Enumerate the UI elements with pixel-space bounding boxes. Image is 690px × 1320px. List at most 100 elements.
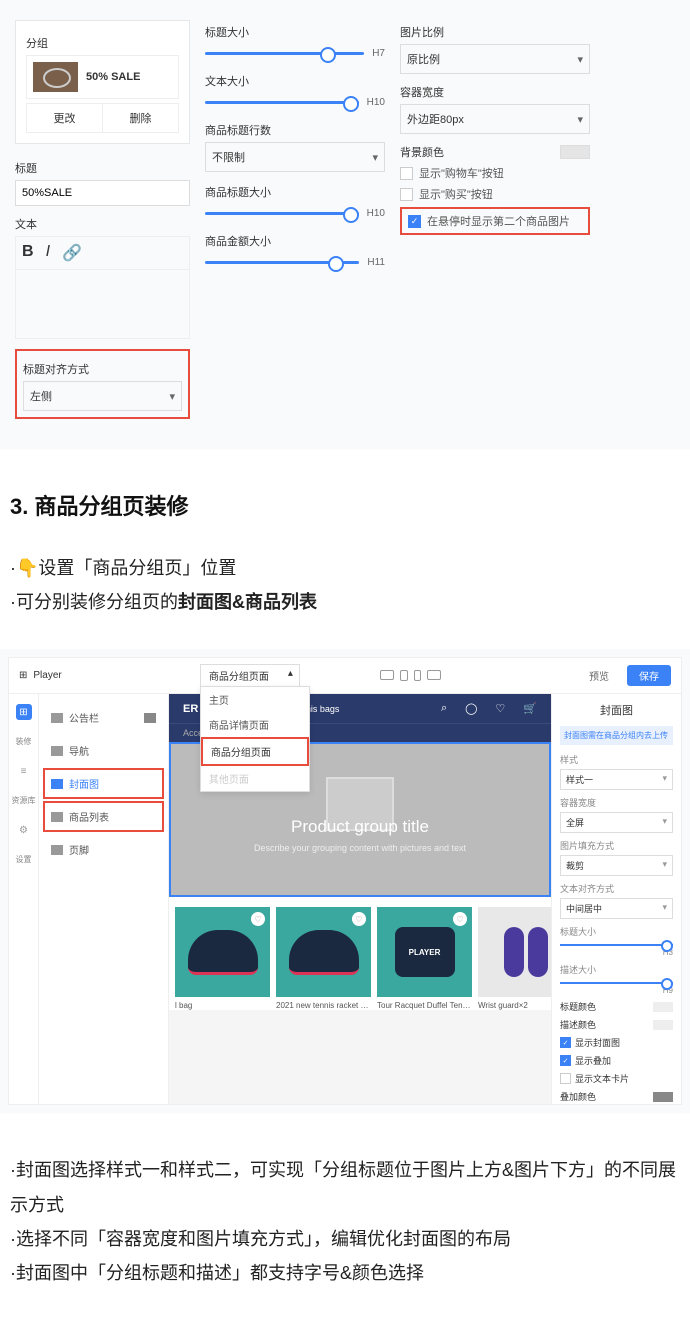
dc-swatch[interactable] <box>653 1020 673 1030</box>
section-cover[interactable]: 封面图 <box>43 768 164 799</box>
brand-name: Player <box>33 670 61 681</box>
fill-select[interactable]: 裁剪 <box>560 855 673 876</box>
section-list-item[interactable]: 商品列表 <box>43 801 164 832</box>
preview-button[interactable]: 预览 <box>579 665 619 686</box>
logo-icon: ⊞ <box>19 670 27 681</box>
heart-icon[interactable]: ♡ <box>495 702 505 715</box>
user-icon[interactable]: ◯ <box>465 702 477 715</box>
text-size-slider[interactable] <box>205 101 359 104</box>
settings-icon[interactable]: ⚙ <box>16 822 32 838</box>
hover-checkbox[interactable]: ✓ <box>408 215 421 228</box>
desktop-icon[interactable] <box>380 670 394 680</box>
title-size-slider[interactable] <box>205 52 364 55</box>
ts-slider[interactable] <box>560 944 673 946</box>
product-card[interactable]: ♡ l bag <box>175 907 270 1010</box>
product-card[interactable]: ♡PLAYER Tour Racquet Duffel Tennis <box>377 907 472 1010</box>
tablet-icon[interactable] <box>400 670 408 681</box>
wish-icon[interactable]: ♡ <box>352 912 366 926</box>
show-over-cb[interactable]: ✓ <box>560 1055 571 1066</box>
rich-toolbar: B I 🔗 <box>15 236 190 269</box>
config-screenshot: 分组 50% SALE 更改 删除 标题 文本 B I 🔗 标题对齐方式 左侧 … <box>0 0 690 449</box>
align-select[interactable]: 左侧 <box>23 381 182 411</box>
store-logo: ER <box>183 703 198 715</box>
link-icon[interactable]: 🔗 <box>62 243 82 263</box>
cart-icon[interactable]: 🛒 <box>523 702 537 715</box>
tail-1: ·封面图选择样式一和样式二，可实现「分组标题位于图片上方&图片下方」的不同展示方… <box>10 1153 680 1221</box>
ratio-select[interactable]: 原比例 <box>400 44 590 74</box>
product-name: l bag <box>175 1001 270 1010</box>
title-input[interactable] <box>15 180 190 206</box>
price-size-label: 商品金额大小 <box>205 233 385 249</box>
delete-button[interactable]: 删除 <box>103 104 178 132</box>
buy-checkbox[interactable] <box>400 188 413 201</box>
ratio-label: 图片比例 <box>400 24 590 40</box>
bold-icon[interactable]: B <box>22 243 34 263</box>
wish-icon[interactable]: ♡ <box>453 912 467 926</box>
price-slider[interactable] <box>205 261 359 264</box>
section-nav[interactable]: 导航 <box>43 735 164 766</box>
fullwidth-icon[interactable] <box>427 670 441 680</box>
menu-other[interactable]: 其他页面 <box>201 766 309 791</box>
bg-color-swatch[interactable] <box>560 145 590 159</box>
wish-icon[interactable]: ♡ <box>251 912 265 926</box>
line-count-label: 商品标题行数 <box>205 122 385 138</box>
ds-label: 描述大小 <box>560 963 673 976</box>
show-cover-cb[interactable]: ✓ <box>560 1037 571 1048</box>
page-menu: 主页 商品详情页面 商品分组页面 其他页面 <box>200 686 310 792</box>
sidebar-icons: ⊞ 装修 ≡ 资源库 ⚙ 设置 <box>9 694 39 1104</box>
slider-column: 标题大小 H7 文本大小 H10 商品标题行数 不限制 商品标题大小 H10 商… <box>205 20 385 282</box>
overlay-swatch[interactable] <box>653 1092 673 1102</box>
menu-home[interactable]: 主页 <box>201 687 309 712</box>
hero-desc: Describe your grouping content with pict… <box>254 843 466 853</box>
menu-group[interactable]: 商品分组页面 <box>201 737 309 766</box>
rich-textarea[interactable] <box>15 269 190 339</box>
tail-3: ·封面图中「分组标题和描述」都支持字号&颜色选择 <box>10 1256 680 1290</box>
align-label: 标题对齐方式 <box>23 361 182 377</box>
title-size-val: H7 <box>372 48 385 59</box>
resource-icon[interactable]: ≡ <box>16 763 32 779</box>
hero-title: Product group title <box>291 817 429 837</box>
product-card[interactable]: ♡ Wrist guard×2 <box>478 907 551 1010</box>
ratio-column: 图片比例 原比例 容器宽度 外边距80px 背景颜色 显示"购物车"按钮 显示"… <box>400 20 590 239</box>
group-card: 分组 50% SALE 更改 删除 <box>15 20 190 144</box>
show-card-cb[interactable] <box>560 1073 571 1084</box>
bg-color-label: 背景颜色 <box>400 144 444 160</box>
align-highlight: 标题对齐方式 左侧 <box>15 349 190 419</box>
bullet-1: ·👇设置「商品分组页」位置 <box>10 551 680 585</box>
menu-detail[interactable]: 商品详情页面 <box>201 712 309 737</box>
prod-title-size-label: 商品标题大小 <box>205 184 385 200</box>
panel-title: 封面图 <box>560 702 673 718</box>
gear-icon[interactable] <box>144 713 156 723</box>
title-block: 标题 文本 B I 🔗 标题对齐方式 左侧 <box>15 156 190 419</box>
notice-icon <box>51 713 63 723</box>
section-notice[interactable]: 公告栏 <box>43 702 164 733</box>
ds-slider[interactable] <box>560 982 673 984</box>
page-dropdown[interactable]: 商品分组页面 主页 商品详情页面 商品分组页面 其他页面 <box>200 664 300 687</box>
banner-thumb <box>33 62 78 92</box>
italic-icon[interactable]: I <box>46 243 50 263</box>
decorate-icon[interactable]: ⊞ <box>16 704 32 720</box>
hover-highlight: ✓在悬停时显示第二个商品图片 <box>400 207 590 235</box>
ts-val: H3 <box>560 948 673 957</box>
section-footer[interactable]: 页脚 <box>43 834 164 865</box>
tc-swatch[interactable] <box>653 1002 673 1012</box>
prod-title-slider[interactable] <box>205 212 359 215</box>
save-button[interactable]: 保存 <box>627 665 671 686</box>
panel-note: 封面图需在商品分组内去上传 <box>560 726 673 745</box>
cart-checkbox[interactable] <box>400 167 413 180</box>
cw-select[interactable]: 全屏 <box>560 812 673 833</box>
product-card[interactable]: ♡ 2021 new tennis racket bag <box>276 907 371 1010</box>
style-select[interactable]: 样式一 <box>560 769 673 790</box>
device-icons <box>380 670 441 681</box>
point-down-icon: 👇 <box>16 558 38 578</box>
align-select2[interactable]: 中间居中 <box>560 898 673 919</box>
change-button[interactable]: 更改 <box>27 104 103 132</box>
mobile-icon[interactable] <box>414 670 421 681</box>
line-count-select[interactable]: 不限制 <box>205 142 385 172</box>
container-w-select[interactable]: 外边距80px <box>400 104 590 134</box>
show-card-label: 显示文本卡片 <box>575 1072 629 1085</box>
prod-title-val: H10 <box>367 208 385 219</box>
top-bar: ⊞ Player 商品分组页面 主页 商品详情页面 商品分组页面 其他页面 预览… <box>9 658 681 694</box>
search-icon[interactable]: ⌕ <box>441 702 447 715</box>
style-label: 样式 <box>560 753 673 766</box>
